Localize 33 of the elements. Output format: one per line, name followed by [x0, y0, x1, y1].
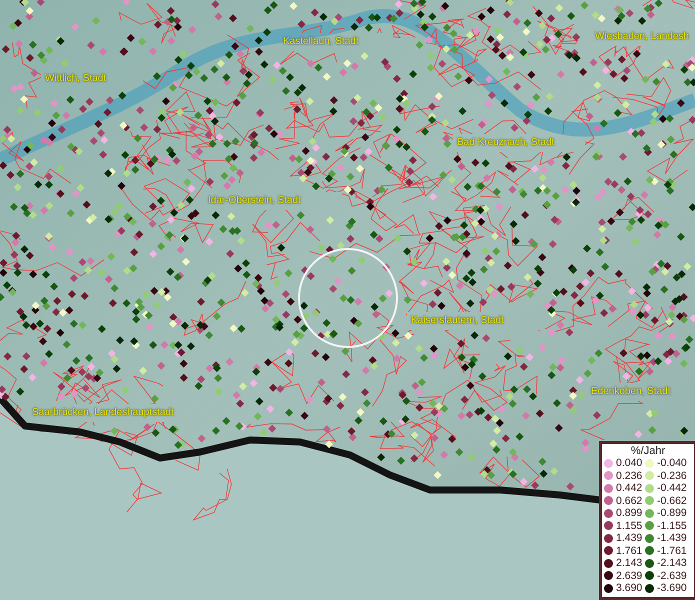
- legend-value: 3.690: [616, 582, 642, 594]
- legend-value: 2.639: [616, 570, 642, 582]
- legend-value: -0.899: [657, 507, 687, 520]
- legend-value: 1.439: [616, 532, 642, 544]
- place-label: Wiesbaden, Landesh: [595, 31, 689, 43]
- legend-title: %/Jahr: [630, 445, 666, 457]
- legend-value: -1.155: [657, 520, 687, 532]
- legend-value: 0.662: [616, 494, 642, 507]
- legend-value: -0.236: [657, 470, 687, 482]
- place-label: Edenkoben, Stadt: [591, 386, 671, 398]
- place-label: Bad Kreuznach, Stadt: [457, 137, 554, 149]
- legend-value: 0.040: [616, 457, 642, 470]
- place-label: Idar-Oberstein, Stadt: [208, 195, 301, 207]
- legend-value: 0.442: [616, 482, 642, 494]
- legend-value: -0.442: [657, 482, 687, 494]
- place-label: Wittlich, Stadt: [45, 73, 106, 85]
- legend-value: -1.439: [657, 532, 687, 544]
- legend-value: 1.155: [616, 520, 642, 532]
- legend-value: -0.662: [657, 494, 687, 507]
- legend-value: 1.761: [616, 544, 642, 557]
- legend-value: -2.639: [657, 570, 687, 582]
- place-label: Kaiserslautern, Stadt: [411, 315, 504, 327]
- legend-value: -3.690: [657, 582, 687, 594]
- legend-value: 0.899: [616, 507, 642, 520]
- place-label: Saarbrücken, Landeshauptstadt: [32, 407, 174, 419]
- place-label: Kastellaun, Stadt: [283, 36, 359, 48]
- legend-value: -2.143: [657, 557, 687, 570]
- legend-value: -1.761: [657, 544, 687, 557]
- legend-value: 0.236: [616, 470, 642, 482]
- map-drawing[interactable]: [0, 0, 695, 600]
- selection-circle[interactable]: [298, 248, 398, 348]
- legend-value: -0.040: [657, 457, 687, 470]
- legend-value: 2.143: [616, 557, 642, 570]
